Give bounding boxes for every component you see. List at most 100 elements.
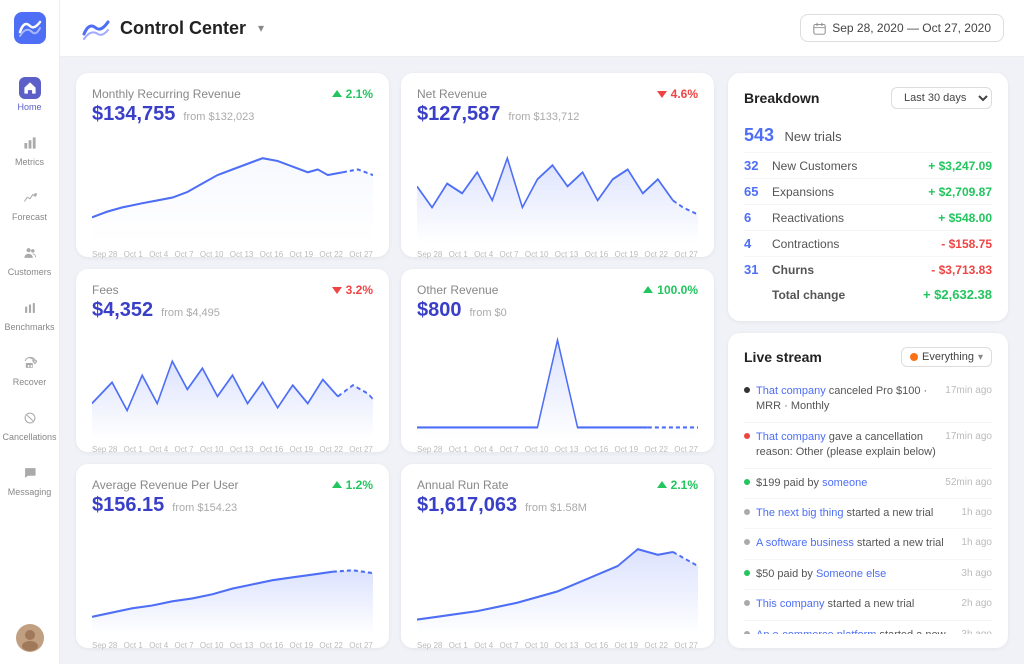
arpu-from: from $154.23	[172, 502, 237, 514]
arr-chart-area: Sep 28 Oct 1 Oct 4 Oct 7 Oct 10 Oct 13 O…	[417, 521, 698, 634]
sidebar-item-benchmarks[interactable]: Benchmarks	[4, 289, 56, 340]
fees-axis-oct7: Oct 7	[175, 445, 194, 454]
net-revenue-from: from $133,712	[508, 111, 579, 123]
or-axis-oct13: Oct 13	[555, 445, 579, 454]
arr-from: from $1.58M	[525, 502, 587, 514]
event-link[interactable]: Someone else	[816, 568, 886, 580]
other-revenue-chart-card: Other Revenue $800 from $0 100.0%	[401, 269, 714, 453]
breakdown-card: Breakdown Last 30 days 543 New trials 32…	[728, 73, 1008, 321]
fees-axis-oct22: Oct 22	[319, 445, 343, 454]
arpu-axis-end: Oct 27	[349, 641, 373, 650]
live-dot-icon	[910, 353, 918, 361]
sidebar-item-forecast[interactable]: Forecast	[4, 179, 56, 230]
benchmarks-icon	[19, 297, 41, 319]
livestream-title: Live stream	[744, 349, 822, 365]
home-icon	[19, 77, 41, 99]
event-text: An e-commerce platform started a new tri…	[756, 628, 955, 634]
recover-icon	[19, 352, 41, 374]
sidebar-item-label: Benchmarks	[4, 322, 54, 332]
event-link[interactable]: The next big thing	[756, 507, 843, 519]
breakdown-row: 32 New Customers + $3,247.09	[744, 153, 992, 179]
or-axis-start: Sep 28	[417, 445, 442, 454]
arrow-down-icon	[656, 88, 668, 100]
breakdown-total-amount: + $2,632.38	[923, 287, 992, 302]
arr-value: $1,617,063	[417, 494, 517, 517]
breakdown-period-select[interactable]: Last 30 days	[891, 87, 992, 109]
topbar-logo-icon	[80, 12, 112, 44]
event-time: 3h ago	[961, 568, 992, 579]
fees-axis-oct1: Oct 1	[124, 445, 143, 454]
sidebar-item-label: Cancellations	[2, 432, 56, 442]
mrr-title: Monthly Recurring Revenue	[92, 87, 254, 101]
arpu-title: Average Revenue Per User	[92, 478, 239, 492]
event-text: That company canceled Pro $100 · MRR · M…	[756, 384, 939, 415]
sidebar-logo	[14, 12, 46, 49]
fees-chart-card: Fees $4,352 from $4,495 3.2%	[76, 269, 389, 453]
event-link[interactable]: That company	[756, 385, 826, 397]
arpu-arrow-up-icon	[331, 479, 343, 491]
arr-axis-oct19: Oct 19	[615, 641, 639, 650]
livestream-filter-button[interactable]: Everything ▾	[901, 347, 992, 367]
event-time: 17min ago	[945, 431, 992, 442]
net-revenue-value: $127,587	[417, 103, 500, 126]
arpu-axis-oct19: Oct 19	[290, 641, 314, 650]
messaging-icon	[19, 462, 41, 484]
livestream-events: That company canceled Pro $100 · MRR · M…	[744, 377, 992, 634]
sidebar-item-cancellations[interactable]: Cancellations	[4, 399, 56, 450]
event-link[interactable]: This company	[756, 598, 824, 610]
breakdown-row-label: New Customers	[772, 159, 928, 173]
sidebar-item-customers[interactable]: Customers	[4, 234, 56, 285]
event-link[interactable]: An e-commerce platform	[756, 629, 876, 634]
livestream-filter-label: Everything	[922, 351, 974, 363]
live-event: A software business started a new trial …	[744, 529, 992, 559]
breakdown-row-num: 32	[744, 158, 768, 173]
mrr-axis-oct22: Oct 22	[319, 250, 343, 259]
nr-axis-oct1: Oct 1	[449, 250, 468, 259]
mrr-axis-oct13: Oct 13	[230, 250, 254, 259]
event-link[interactable]: someone	[822, 477, 867, 489]
arr-axis-oct7: Oct 7	[500, 641, 519, 650]
charts-row-3: Average Revenue Per User $156.15 from $1…	[76, 464, 714, 648]
sidebar-item-messaging[interactable]: Messaging	[4, 454, 56, 505]
breakdown-row-amount: + $3,247.09	[928, 159, 992, 173]
arr-title: Annual Run Rate	[417, 478, 587, 492]
fees-axis-start: Sep 28	[92, 445, 117, 454]
event-dot-icon	[744, 387, 750, 393]
live-event: That company gave a cancellation reason:…	[744, 423, 992, 469]
mrr-chart-card: Monthly Recurring Revenue $134,755 from …	[76, 73, 389, 257]
mrr-axis-oct4: Oct 4	[149, 250, 168, 259]
live-event: That company canceled Pro $100 · MRR · M…	[744, 377, 992, 423]
arr-arrow-up-icon	[656, 479, 668, 491]
fees-chart-area: Sep 28 Oct 1 Oct 4 Oct 7 Oct 10 Oct 13 O…	[92, 326, 373, 439]
avatar[interactable]	[16, 624, 44, 652]
sidebar-item-recover[interactable]: Recover	[4, 344, 56, 395]
or-axis-oct22: Oct 22	[644, 445, 668, 454]
title-chevron-icon[interactable]: ▾	[258, 21, 264, 35]
event-link[interactable]: That company	[756, 431, 826, 443]
nr-axis-oct10: Oct 10	[525, 250, 549, 259]
event-time: 17min ago	[945, 385, 992, 396]
other-revenue-badge: 100.0%	[642, 283, 698, 297]
or-axis-oct19: Oct 19	[615, 445, 639, 454]
nr-axis-oct13: Oct 13	[555, 250, 579, 259]
event-time: 1h ago	[961, 537, 992, 548]
event-link[interactable]: A software business	[756, 537, 854, 549]
fees-from: from $4,495	[161, 307, 220, 319]
arpu-axis-oct22: Oct 22	[319, 641, 343, 650]
date-range-button[interactable]: Sep 28, 2020 — Oct 27, 2020	[800, 14, 1004, 42]
breakdown-row-num: 31	[744, 262, 768, 277]
sidebar-item-metrics[interactable]: Metrics	[4, 124, 56, 175]
breakdown-rows: 32 New Customers + $3,247.09 65 Expansio…	[744, 153, 992, 282]
forecast-icon	[19, 187, 41, 209]
mrr-chart-area: Sep 28 Oct 1 Oct 4 Oct 7 Oct 10 Oct 13 O…	[92, 130, 373, 243]
live-event: The next big thing started a new trial 1…	[744, 499, 992, 529]
fees-axis-oct19: Oct 19	[290, 445, 314, 454]
event-text: $199 paid by someone	[756, 476, 939, 491]
event-text: That company gave a cancellation reason:…	[756, 430, 939, 461]
arr-axis-oct10: Oct 10	[525, 641, 549, 650]
arpu-chart-card: Average Revenue Per User $156.15 from $1…	[76, 464, 389, 648]
event-time: 2h ago	[961, 598, 992, 609]
sidebar-item-home[interactable]: Home	[4, 69, 56, 120]
breakdown-row-num: 65	[744, 184, 768, 199]
nr-axis-oct4: Oct 4	[474, 250, 493, 259]
